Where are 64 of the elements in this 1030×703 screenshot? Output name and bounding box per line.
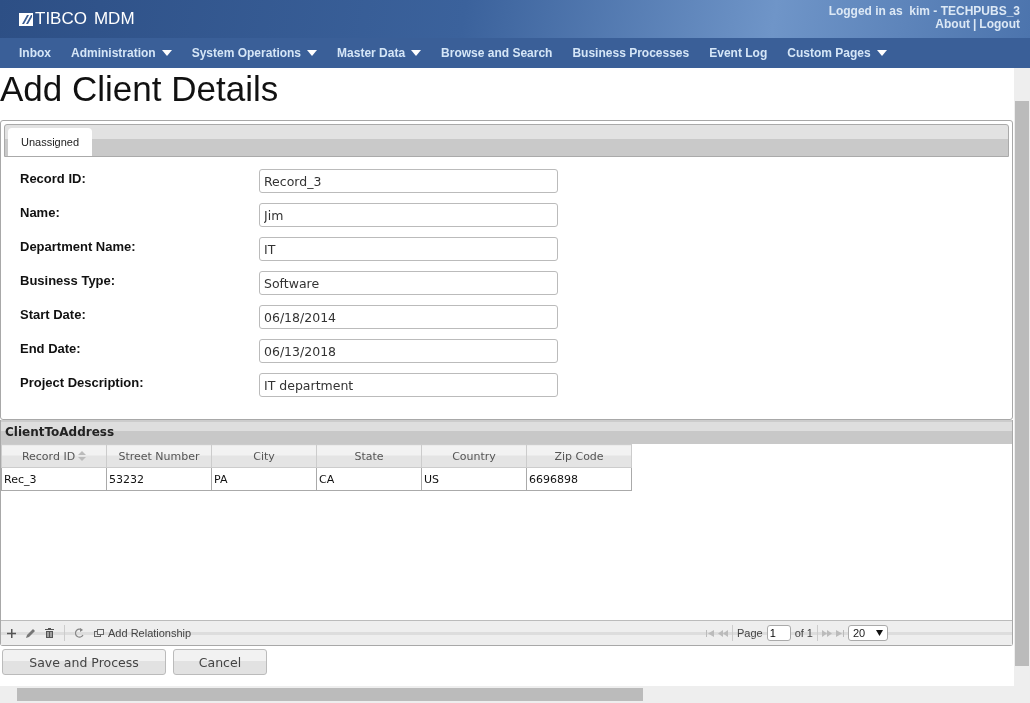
table-cell: US <box>421 467 527 491</box>
input-field[interactable]: Jim <box>259 203 558 227</box>
column-header[interactable]: Zip Code <box>526 444 632 468</box>
column-header[interactable]: City <box>211 444 317 468</box>
nav-menu-item[interactable]: Inbox <box>9 38 61 68</box>
pencil-icon[interactable] <box>26 628 35 638</box>
table-cell: 53232 <box>106 467 212 491</box>
page-count: of 1 <box>794 627 813 639</box>
nav-menu-item[interactable]: Administration <box>61 38 182 68</box>
table-cell: CA <box>316 467 422 491</box>
about-link[interactable]: About <box>935 17 970 31</box>
field-label: Department Name: <box>20 238 137 254</box>
window-icon[interactable] <box>94 629 104 637</box>
table-cell: PA <box>211 467 317 491</box>
nav-menu-item[interactable]: Business Processes <box>562 38 700 68</box>
field-label: Project Description: <box>20 374 145 390</box>
tab[interactable]: Unassigned <box>8 128 93 156</box>
field-label: Record ID: <box>20 170 87 186</box>
page-number-field[interactable]: 1 <box>766 625 791 641</box>
field-label: Business Type: <box>20 272 117 288</box>
add-relationship-button[interactable]: Add Relationship <box>94 627 192 639</box>
input-field[interactable]: IT <box>259 237 558 261</box>
previous-page-icon[interactable] <box>717 629 728 637</box>
column-header[interactable]: Record ID <box>1 444 107 468</box>
cancel-button[interactable]: Cancel <box>173 649 267 675</box>
vertical-scrollbar[interactable] <box>1015 101 1029 666</box>
input-field[interactable]: Record_3 <box>259 169 558 193</box>
column-header[interactable]: Country <box>421 444 527 468</box>
table-cell: Rec_3 <box>1 467 107 491</box>
first-page-icon[interactable] <box>705 629 714 637</box>
logo-text: TIBCO <box>35 9 87 29</box>
refresh-icon[interactable] <box>75 627 84 639</box>
nav-menu-item[interactable]: System Operations <box>181 38 328 68</box>
horizontal-scrollbar[interactable] <box>17 688 643 701</box>
trash-icon[interactable] <box>45 628 54 638</box>
column-header[interactable]: State <box>316 444 422 468</box>
nav-menu-item[interactable]: Browse and Search <box>431 38 563 68</box>
input-field[interactable]: Software <box>259 271 558 295</box>
logout-link[interactable]: Logout <box>979 17 1020 31</box>
input-field[interactable]: 06/18/2014 <box>259 305 558 329</box>
page-label: Page <box>736 627 763 639</box>
section-header: ClientToAddress <box>1 420 1012 444</box>
plus-icon[interactable] <box>7 628 16 638</box>
product-name: MDM <box>93 9 135 29</box>
field-label: Start Date: <box>20 306 87 322</box>
sort-icon[interactable] <box>78 451 87 461</box>
logo-icon <box>19 12 33 26</box>
page-size-dropdown[interactable]: 20 <box>848 625 888 641</box>
field-label: End Date: <box>20 340 82 356</box>
link-separator: | <box>973 17 977 31</box>
nav-menu-item[interactable]: Event Log <box>699 38 778 68</box>
nav-menu-item[interactable]: Master Data <box>327 38 432 68</box>
input-field[interactable]: 06/13/2018 <box>259 339 558 363</box>
next-page-icon[interactable] <box>822 629 832 637</box>
table-cell: 6696898 <box>526 467 632 491</box>
field-label: Name: <box>20 204 61 220</box>
page-title: Add Client Details <box>0 68 280 110</box>
logged-in-user: Logged in as kim - TECHPUBS_3 <box>828 5 1020 18</box>
nav-menu-item[interactable]: Custom Pages <box>777 38 897 68</box>
caret-icon[interactable] <box>876 630 883 636</box>
column-header[interactable]: Street Number <box>106 444 212 468</box>
last-page-icon[interactable] <box>836 629 844 637</box>
save-and-process-button[interactable]: Save and Process <box>2 649 166 675</box>
input-field[interactable]: IT department <box>259 373 558 397</box>
